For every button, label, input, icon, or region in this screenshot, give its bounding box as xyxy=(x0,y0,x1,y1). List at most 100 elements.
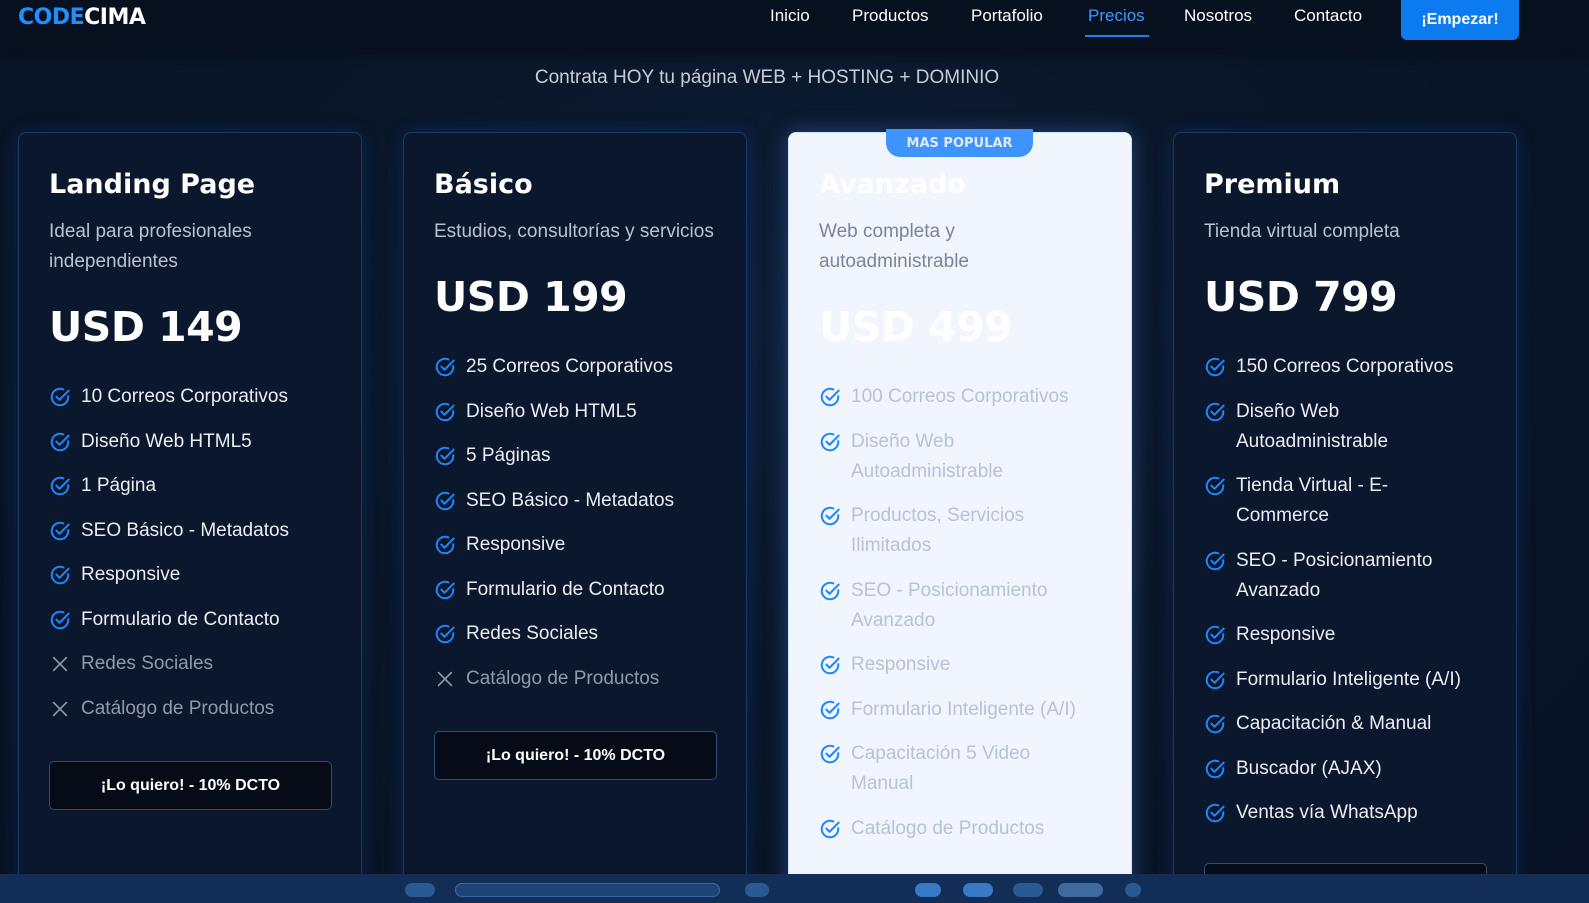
nav-link-precios[interactable]: Precios xyxy=(1088,6,1145,26)
check-circle-icon xyxy=(435,402,455,421)
feature-text: Redes Sociales xyxy=(466,623,599,644)
feature-item: Catálogo de Productos xyxy=(49,694,349,724)
feature-item: SEO - Posicionamiento Avanzado xyxy=(819,576,1089,636)
feature-item: Capacitación 5 Video Manual xyxy=(819,739,1089,799)
check-circle-icon xyxy=(1205,670,1225,689)
feature-text: Responsive xyxy=(81,564,181,585)
taskbar-app-icon[interactable] xyxy=(915,883,941,897)
feature-item: SEO Básico - Metadatos xyxy=(49,516,349,546)
feature-item: Redes Sociales xyxy=(49,649,349,679)
feature-text: Formulario de Contacto xyxy=(466,578,665,600)
feature-item: Redes Sociales xyxy=(434,619,734,649)
feature-item: Formulario de Contacto xyxy=(49,605,349,635)
feature-text: Responsive xyxy=(1236,624,1336,645)
plan-price: USD 499 xyxy=(819,303,1013,351)
feature-item: Buscador (AJAX) xyxy=(1204,754,1464,784)
popular-badge: MAS POPULAR xyxy=(886,129,1033,157)
check-circle-icon xyxy=(820,432,840,451)
feature-text: Formulario Inteligente (A/I) xyxy=(1236,668,1461,690)
taskbar xyxy=(0,874,1589,903)
taskbar-app-icon[interactable] xyxy=(1013,883,1043,897)
plan-card-basico: Básico Estudios, consultorías y servicio… xyxy=(403,132,747,903)
feature-item: Diseño Web HTML5 xyxy=(434,397,734,427)
feature-item: 100 Correos Corporativos xyxy=(819,382,1089,412)
plan-title: Básico xyxy=(434,169,533,200)
feature-item: SEO Básico - Metadatos xyxy=(434,486,734,516)
feature-text: Diseño Web Autoadministrable xyxy=(851,430,1004,482)
feature-text: SEO - Posicionamiento Avanzado xyxy=(1236,549,1433,601)
feature-item: Diseño Web Autoadministrable xyxy=(819,427,1089,487)
check-circle-icon xyxy=(50,387,70,407)
feature-text: Catálogo de Productos xyxy=(81,697,275,719)
feature-item: Responsive xyxy=(1204,620,1464,650)
plan-card-premium: Premium Tienda virtual completa USD 799 … xyxy=(1173,132,1517,903)
check-circle-icon xyxy=(50,476,70,496)
logo[interactable]: CODECIMA xyxy=(18,5,146,30)
pricing-subtitle: Contrata HOY tu página WEB + HOSTING + D… xyxy=(534,67,1000,88)
plan-description: Estudios, consultorías y servicios xyxy=(434,221,714,242)
feature-text: 150 Correos Corporativos xyxy=(1236,356,1454,377)
feature-text: Tienda Virtual - E-Commerce xyxy=(1236,475,1389,526)
check-circle-icon xyxy=(50,565,70,585)
check-circle-icon xyxy=(1205,402,1225,421)
order-button[interactable]: ¡Lo quiero! - 10% DCTO xyxy=(49,761,332,810)
check-circle-icon xyxy=(435,491,455,510)
taskbar-app-icon[interactable] xyxy=(963,883,993,897)
nav-link-contacto[interactable]: Contacto xyxy=(1294,6,1362,26)
feature-text: Redes Sociales xyxy=(81,653,214,674)
feature-item: Catálogo de Productos xyxy=(434,664,734,694)
check-circle-icon xyxy=(435,357,455,377)
feature-item: Responsive xyxy=(49,560,349,590)
plan-price: USD 149 xyxy=(49,303,243,351)
check-circle-icon xyxy=(50,521,70,540)
task-view-icon[interactable] xyxy=(745,883,769,897)
logo-part-code: CODE xyxy=(18,5,85,30)
check-circle-icon xyxy=(820,387,840,407)
feature-item: Catálogo de Productos xyxy=(819,814,1089,844)
feature-item: Productos, Servicios Ilimitados xyxy=(819,501,1089,561)
nav-link-portafolio[interactable]: Portafolio xyxy=(971,6,1043,26)
check-circle-icon xyxy=(50,610,70,629)
check-circle-icon xyxy=(820,655,840,675)
check-circle-icon xyxy=(50,432,70,451)
feature-list: 150 Correos Corporativos Diseño Web Autoa… xyxy=(1204,352,1464,843)
taskbar-search-box[interactable] xyxy=(455,883,720,897)
taskbar-app-icon[interactable] xyxy=(1125,883,1141,897)
taskbar-app-icon[interactable] xyxy=(1058,883,1103,897)
feature-item: Formulario Inteligente (A/I) xyxy=(819,695,1089,725)
feature-text: Ventas vía WhatsApp xyxy=(1236,802,1418,823)
feature-text: Diseño Web Autoadministrable xyxy=(1236,400,1389,452)
feature-item: 150 Correos Corporativos xyxy=(1204,352,1464,382)
nav-link-productos[interactable]: Productos xyxy=(852,6,929,26)
x-icon xyxy=(437,671,453,686)
feature-text: Diseño Web HTML5 xyxy=(81,430,252,452)
pricing-page: CODECIMA Inicio Productos Portafolio Pre… xyxy=(0,0,1589,903)
feature-text: 10 Correos Corporativos xyxy=(81,386,288,407)
feature-text: 25 Correos Corporativos xyxy=(466,356,673,377)
plan-title: Landing Page xyxy=(49,169,256,200)
check-circle-icon xyxy=(1205,476,1225,496)
start-button[interactable]: ¡Empezar! xyxy=(1401,0,1519,40)
feature-item: Responsive xyxy=(819,650,1089,680)
plan-title: Premium xyxy=(1204,169,1341,200)
check-circle-icon xyxy=(1205,714,1225,734)
check-circle-icon xyxy=(435,446,455,466)
plan-description: Tienda virtual completa xyxy=(1204,221,1400,242)
feature-text: SEO Básico - Metadatos xyxy=(466,489,675,511)
feature-text: Formulario de Contacto xyxy=(81,608,280,630)
feature-list: 25 Correos Corporativos Diseño Web HTML5 5… xyxy=(434,352,734,708)
nav-link-nosotros[interactable]: Nosotros xyxy=(1184,6,1252,26)
plan-price: USD 199 xyxy=(434,273,628,321)
nav-active-underline xyxy=(1085,35,1149,37)
feature-text: Productos, Servicios Ilimitados xyxy=(851,505,1025,556)
feature-text: Buscador (AJAX) xyxy=(1236,757,1382,779)
feature-item: Diseño Web Autoadministrable xyxy=(1204,397,1464,457)
feature-item: Diseño Web HTML5 xyxy=(49,427,349,457)
feature-item: Formulario Inteligente (A/I) xyxy=(1204,665,1464,695)
feature-text: Diseño Web HTML5 xyxy=(466,400,637,422)
order-button[interactable]: ¡Lo quiero! - 10% DCTO xyxy=(434,731,717,780)
feature-text: Capacitación 5 Video Manual xyxy=(851,743,1031,794)
start-menu-icon[interactable] xyxy=(405,883,435,897)
check-circle-icon xyxy=(1205,625,1225,645)
nav-link-inicio[interactable]: Inicio xyxy=(770,6,810,26)
